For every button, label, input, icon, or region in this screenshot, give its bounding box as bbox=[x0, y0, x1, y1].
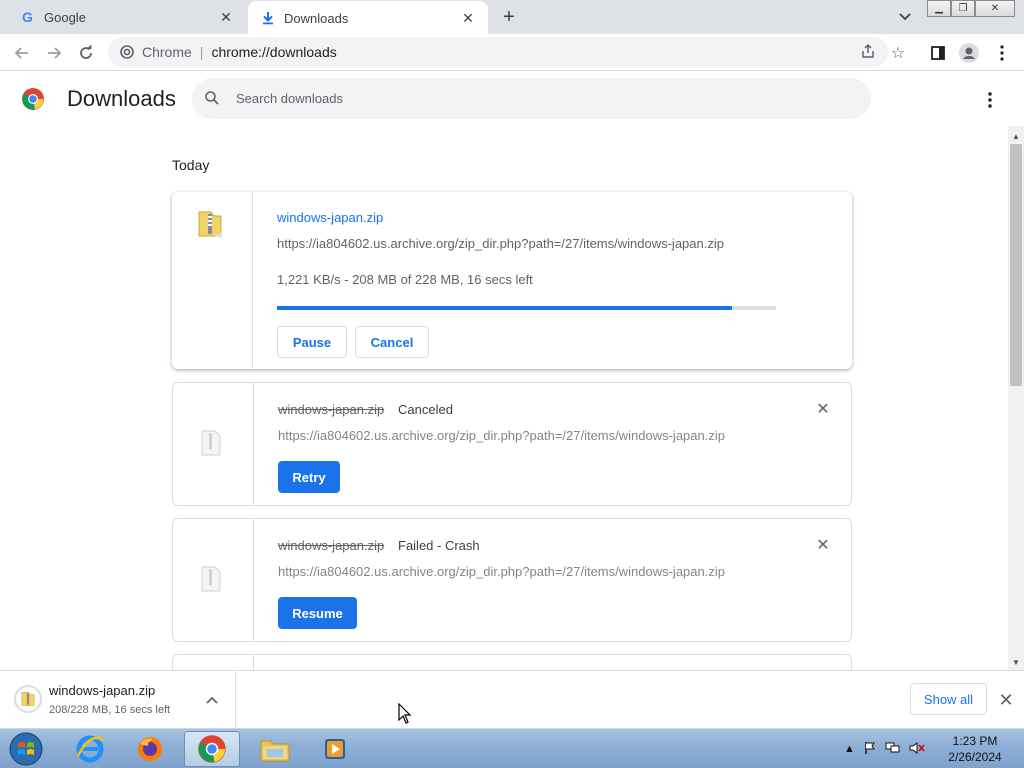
cancel-button[interactable]: Cancel bbox=[355, 326, 429, 358]
page-title: Downloads bbox=[67, 86, 176, 111]
scrollbar-thumb[interactable] bbox=[1010, 144, 1022, 386]
minimize-button[interactable]: ▁ bbox=[927, 0, 951, 17]
downloads-list: Today windows-japan.zip https://ia804602… bbox=[0, 126, 1008, 670]
close-shelf-icon[interactable]: ✕ bbox=[996, 690, 1016, 710]
tab-title: Google bbox=[44, 9, 86, 25]
restore-button[interactable]: ❐ bbox=[951, 0, 975, 17]
internet-explorer-icon[interactable] bbox=[62, 731, 118, 767]
source-url[interactable]: https://ia804602.us.archive.org/zip_dir.… bbox=[277, 236, 724, 251]
close-icon[interactable]: ✕ bbox=[458, 8, 478, 28]
progress-fill bbox=[277, 306, 733, 310]
svg-text:G: G bbox=[22, 9, 33, 25]
tab-search-chevron-icon[interactable] bbox=[893, 6, 917, 28]
media-player-icon[interactable] bbox=[308, 731, 364, 767]
network-icon[interactable] bbox=[885, 741, 901, 758]
back-button[interactable] bbox=[8, 39, 36, 67]
retry-button[interactable]: Retry bbox=[278, 461, 340, 493]
close-icon[interactable]: ✕ bbox=[216, 7, 236, 27]
chrome-logo-icon bbox=[21, 87, 45, 111]
generic-file-icon bbox=[197, 427, 225, 459]
start-button[interactable] bbox=[6, 730, 46, 768]
browser-toolbar: Chrome | chrome://downloads ☆ bbox=[0, 34, 1024, 71]
clock-date: 2/26/2024 bbox=[948, 750, 1002, 764]
window-close-button[interactable]: ✕ bbox=[975, 0, 1015, 17]
new-tab-button[interactable]: + bbox=[498, 6, 520, 28]
profile-avatar-icon[interactable] bbox=[957, 41, 981, 65]
window-controls: ▁ ❐ ✕ bbox=[927, 0, 1015, 18]
file-name: windows-japan.zip bbox=[278, 538, 385, 553]
file-explorer-icon[interactable] bbox=[247, 731, 303, 767]
progress-bar bbox=[277, 306, 776, 310]
date-section-label: Today bbox=[172, 157, 210, 173]
source-url[interactable]: https://ia804602.us.archive.org/zip_dir.… bbox=[278, 428, 725, 443]
action-center-flag-icon[interactable] bbox=[863, 741, 877, 758]
remove-from-list-button[interactable]: ✕ bbox=[813, 535, 833, 555]
download-shelf: windows-japan.zip 208/228 MB, 16 secs le… bbox=[0, 670, 1024, 729]
status-badge: Canceled bbox=[398, 402, 453, 417]
search-icon bbox=[204, 90, 222, 108]
search-downloads[interactable] bbox=[192, 78, 871, 119]
clock-time: 1:23 PM bbox=[952, 734, 998, 748]
firefox-icon[interactable] bbox=[122, 731, 178, 767]
scroll-up-arrow-icon[interactable]: ▲ bbox=[1008, 128, 1024, 144]
resume-button[interactable]: Resume bbox=[278, 597, 357, 629]
file-name: windows-japan.zip bbox=[278, 402, 385, 417]
system-tray: ▲ bbox=[844, 737, 925, 761]
download-item: windows-japan.zip Canceled ✕ https://ia8… bbox=[172, 382, 852, 506]
mouse-cursor-icon bbox=[398, 702, 412, 725]
forward-button[interactable] bbox=[40, 39, 68, 67]
shelf-file-name: windows-japan.zip bbox=[49, 683, 156, 698]
zip-file-icon bbox=[14, 685, 42, 713]
show-all-button[interactable]: Show all bbox=[910, 683, 987, 715]
chrome-site-icon bbox=[118, 43, 136, 61]
download-icon bbox=[260, 10, 276, 26]
pause-button[interactable]: Pause bbox=[277, 326, 347, 358]
shelf-file-status: 208/228 MB, 16 secs left bbox=[49, 704, 171, 716]
url-separator: | bbox=[199, 44, 204, 60]
volume-muted-icon[interactable] bbox=[909, 741, 925, 758]
reload-button[interactable] bbox=[72, 39, 100, 67]
tab-downloads[interactable]: Downloads ✕ bbox=[248, 1, 488, 35]
bookmark-star-icon[interactable]: ☆ bbox=[886, 41, 910, 65]
site-name: Chrome bbox=[142, 44, 192, 60]
tab-strip: G Google ✕ Downloads ✕ + ▁ ❐ ✕ bbox=[0, 0, 1024, 35]
shelf-download-item[interactable]: windows-japan.zip 208/228 MB, 16 secs le… bbox=[0, 671, 236, 729]
zip-file-icon bbox=[196, 208, 224, 240]
tab-title: Downloads bbox=[284, 10, 349, 26]
download-item: windows-japan.zip Failed - Crash ✕ https… bbox=[172, 518, 852, 642]
address-bar[interactable]: Chrome | chrome://downloads bbox=[108, 37, 888, 67]
url-text[interactable]: chrome://downloads bbox=[211, 44, 336, 60]
remove-from-list-button[interactable]: ✕ bbox=[813, 399, 833, 419]
download-item: windows-japan.zip https://ia804602.us.ar… bbox=[172, 192, 852, 369]
windows-taskbar: ▲ 1:23 PM 2/26/2024 bbox=[0, 728, 1024, 768]
page-scrollbar[interactable]: ▲ ▼ bbox=[1008, 126, 1024, 670]
more-actions-icon[interactable] bbox=[978, 88, 1002, 112]
share-icon[interactable] bbox=[860, 43, 878, 61]
download-progress-text: 1,221 KB/s - 208 MB of 228 MB, 16 secs l… bbox=[277, 272, 533, 287]
status-badge: Failed - Crash bbox=[398, 538, 480, 553]
generic-file-icon bbox=[197, 563, 225, 595]
google-icon: G bbox=[20, 9, 36, 25]
side-panel-icon[interactable] bbox=[926, 41, 950, 65]
browser-menu-icon[interactable] bbox=[990, 41, 1014, 65]
show-hidden-icons-icon[interactable]: ▲ bbox=[844, 743, 855, 755]
scroll-down-arrow-icon[interactable]: ▼ bbox=[1008, 654, 1024, 670]
taskbar-clock[interactable]: 1:23 PM 2/26/2024 bbox=[935, 733, 1015, 765]
downloads-header: Downloads bbox=[0, 72, 1024, 126]
source-url[interactable]: https://ia804602.us.archive.org/zip_dir.… bbox=[278, 564, 725, 579]
download-item bbox=[172, 654, 852, 670]
tab-google[interactable]: G Google ✕ bbox=[8, 0, 246, 34]
file-name-link[interactable]: windows-japan.zip bbox=[277, 210, 383, 225]
search-input[interactable] bbox=[236, 78, 836, 119]
chrome-taskbar-icon[interactable] bbox=[184, 731, 240, 767]
chevron-up-icon[interactable] bbox=[203, 691, 221, 709]
